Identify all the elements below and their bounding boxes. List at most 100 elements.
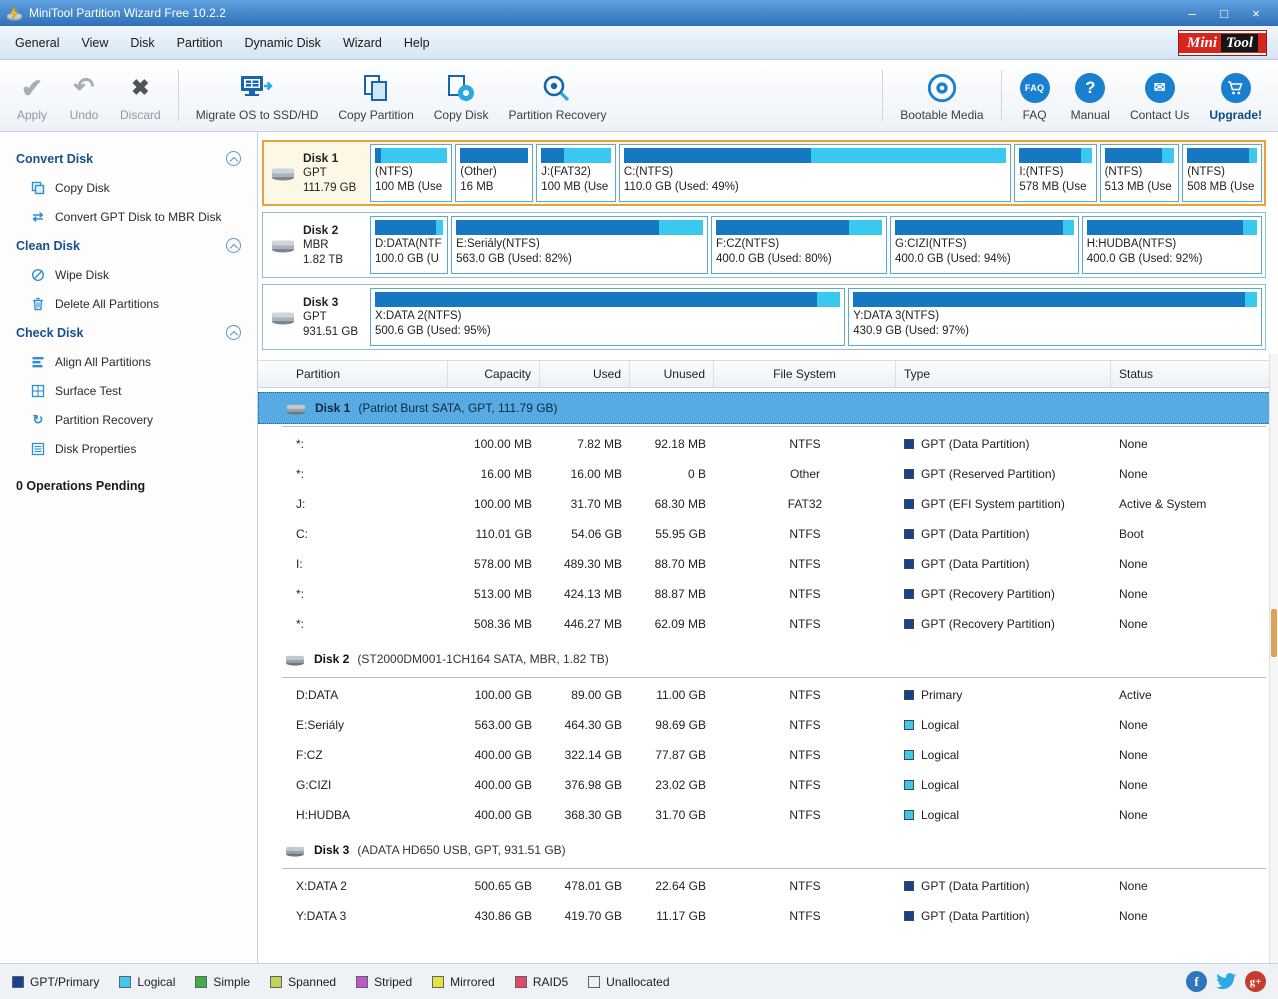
collapse-chevron-icon[interactable] xyxy=(226,238,241,253)
googleplus-icon[interactable]: g+ xyxy=(1245,971,1266,992)
sidebar-item-partition-recovery[interactable]: ↻ Partition Recovery xyxy=(0,405,257,434)
disk-group-row-2[interactable]: Disk 2 (ST2000DM001-1CH164 SATA, MBR, 1.… xyxy=(258,643,1278,675)
menu-general[interactable]: General xyxy=(4,31,70,55)
contact-us-button[interactable]: ✉ Contact Us xyxy=(1120,60,1199,131)
collapse-chevron-icon[interactable] xyxy=(226,325,241,340)
cell-unused: 31.70 GB xyxy=(630,800,714,830)
partition-row[interactable]: *: 100.00 MB 7.82 MB 92.18 MB NTFS GPT (… xyxy=(258,429,1278,459)
disk-map-head-1[interactable]: Disk 1 GPT 111.79 GB xyxy=(266,144,366,202)
copy-partition-button[interactable]: Copy Partition xyxy=(328,60,423,131)
vertical-scrollbar[interactable] xyxy=(1269,354,1278,963)
legend-label: Unallocated xyxy=(606,975,669,989)
copy-disk-button[interactable]: Copy Disk xyxy=(424,60,499,131)
disk-map-row-2[interactable]: Disk 2 MBR 1.82 TB D:DATA(NTF 100.0 GB (… xyxy=(262,212,1266,278)
disk-group-row-3[interactable]: Disk 3 (ADATA HD650 USB, GPT, 931.51 GB) xyxy=(258,834,1278,866)
section-clean-disk[interactable]: Clean Disk xyxy=(0,231,257,260)
migrate-os-icon xyxy=(239,70,275,106)
partition-block[interactable]: (NTFS) 513 MB (Use xyxy=(1100,144,1180,202)
disk-map-head-2[interactable]: Disk 2 MBR 1.82 TB xyxy=(266,216,366,274)
close-button[interactable]: × xyxy=(1248,6,1264,21)
partition-block[interactable]: D:DATA(NTF 100.0 GB (U xyxy=(370,216,448,274)
partition-row[interactable]: X:DATA 2 500.65 GB 478.01 GB 22.64 GB NT… xyxy=(258,871,1278,901)
partition-row[interactable]: D:DATA 100.00 GB 89.00 GB 11.00 GB NTFS … xyxy=(258,680,1278,710)
partition-block[interactable]: X:DATA 2(NTFS) 500.6 GB (Used: 95%) xyxy=(370,288,845,346)
facebook-icon[interactable]: f xyxy=(1186,971,1207,992)
discard-button[interactable]: ✖ Discard xyxy=(110,60,171,131)
sidebar-item-convert-gpt-to-mbr[interactable]: ⇄ Convert GPT Disk to MBR Disk xyxy=(0,202,257,231)
collapse-chevron-icon[interactable] xyxy=(226,151,241,166)
partition-row[interactable]: *: 508.36 MB 446.27 MB 62.09 MB NTFS GPT… xyxy=(258,609,1278,639)
column-header-partition[interactable]: Partition xyxy=(258,361,448,387)
disk-map-row-1[interactable]: Disk 1 GPT 111.79 GB (NTFS) 100 MB (Use … xyxy=(262,140,1266,206)
cell-status: None xyxy=(1111,800,1278,830)
partition-block[interactable]: J:(FAT32) 100 MB (Use xyxy=(536,144,616,202)
menu-wizard[interactable]: Wizard xyxy=(332,31,393,55)
column-header-unused[interactable]: Unused xyxy=(630,361,714,387)
partition-row[interactable]: C: 110.01 GB 54.06 GB 55.95 GB NTFS GPT … xyxy=(258,519,1278,549)
partition-type-icon xyxy=(904,589,914,599)
legend-color-swatch xyxy=(195,976,207,988)
column-header-type[interactable]: Type xyxy=(896,361,1111,387)
column-header-used[interactable]: Used xyxy=(540,361,630,387)
partition-block[interactable]: C:(NTFS) 110.0 GB (Used: 49%) xyxy=(619,144,1011,202)
upgrade-button[interactable]: Upgrade! xyxy=(1199,60,1272,131)
partition-block[interactable]: F:CZ(NTFS) 400.0 GB (Used: 80%) xyxy=(711,216,887,274)
undo-button[interactable]: ↶ Undo xyxy=(58,60,110,131)
column-header-status[interactable]: Status xyxy=(1111,361,1278,387)
faq-label: FAQ xyxy=(1023,108,1047,122)
menu-help[interactable]: Help xyxy=(393,31,441,55)
partition-row[interactable]: F:CZ 400.00 GB 322.14 GB 77.87 GB NTFS L… xyxy=(258,740,1278,770)
partition-block[interactable]: Y:DATA 3(NTFS) 430.9 GB (Used: 97%) xyxy=(848,288,1262,346)
cell-partition: H:HUDBA xyxy=(258,800,448,830)
section-convert-disk[interactable]: Convert Disk xyxy=(0,144,257,173)
partition-recovery-button[interactable]: Partition Recovery xyxy=(498,60,616,131)
menu-dynamic-disk[interactable]: Dynamic Disk xyxy=(234,31,332,55)
section-check-disk[interactable]: Check Disk xyxy=(0,318,257,347)
partition-block[interactable]: (NTFS) 100 MB (Use xyxy=(370,144,452,202)
partition-block[interactable]: (Other) 16 MB xyxy=(455,144,533,202)
maximize-button[interactable]: □ xyxy=(1216,6,1232,21)
partition-row[interactable]: J: 100.00 MB 31.70 MB 68.30 MB FAT32 GPT… xyxy=(258,489,1278,519)
column-header-file-system[interactable]: File System xyxy=(714,361,896,387)
disk-group-row-1[interactable]: Disk 1 (Patriot Burst SATA, GPT, 111.79 … xyxy=(258,392,1278,424)
partition-row[interactable]: G:CIZI 400.00 GB 376.98 GB 23.02 GB NTFS… xyxy=(258,770,1278,800)
menu-partition[interactable]: Partition xyxy=(166,31,234,55)
sidebar-item-align-all-partitions[interactable]: Align All Partitions xyxy=(0,347,257,376)
partition-row[interactable]: E:Seriály 563.00 GB 464.30 GB 98.69 GB N… xyxy=(258,710,1278,740)
sidebar-item-disk-properties[interactable]: Disk Properties xyxy=(0,434,257,463)
partition-block[interactable]: G:CIZI(NTFS) 400.0 GB (Used: 94%) xyxy=(890,216,1079,274)
scrollbar-thumb[interactable] xyxy=(1271,609,1277,657)
menu-disk[interactable]: Disk xyxy=(119,31,165,55)
disk-map-head-3[interactable]: Disk 3 GPT 931.51 GB xyxy=(266,288,366,346)
bootable-media-button[interactable]: Bootable Media xyxy=(890,60,993,131)
sidebar-item-surface-test[interactable]: Surface Test xyxy=(0,376,257,405)
wipe-disk-icon xyxy=(30,267,46,282)
sidebar-item-copy-disk[interactable]: Copy Disk xyxy=(0,173,257,202)
sidebar-item-delete-all-partitions[interactable]: Delete All Partitions xyxy=(0,289,257,318)
apply-button[interactable]: ✔ Apply xyxy=(6,60,58,131)
manual-button[interactable]: ? Manual xyxy=(1061,60,1120,131)
partition-row[interactable]: H:HUDBA 400.00 GB 368.30 GB 31.70 GB NTF… xyxy=(258,800,1278,830)
type-label: Logical xyxy=(921,800,959,830)
twitter-icon[interactable] xyxy=(1216,973,1236,990)
minimize-button[interactable]: – xyxy=(1184,6,1200,21)
partition-block[interactable]: E:Seriály(NTFS) 563.0 GB (Used: 82%) xyxy=(451,216,708,274)
partition-block[interactable]: I:(NTFS) 578 MB (Use xyxy=(1014,144,1096,202)
section-title: Convert Disk xyxy=(16,152,93,166)
disk-map-row-3[interactable]: Disk 3 GPT 931.51 GB X:DATA 2(NTFS) 500.… xyxy=(262,284,1266,350)
partition-size-label: 400.0 GB (Used: 94%) xyxy=(895,252,1074,267)
partition-label: (NTFS) xyxy=(1187,165,1257,180)
migrate-os-button[interactable]: Migrate OS to SSD/HD xyxy=(186,60,329,131)
faq-button[interactable]: FAQ FAQ xyxy=(1009,60,1061,131)
partition-row[interactable]: *: 16.00 MB 16.00 MB 0 B Other GPT (Rese… xyxy=(258,459,1278,489)
partition-row[interactable]: *: 513.00 MB 424.13 MB 88.87 MB NTFS GPT… xyxy=(258,579,1278,609)
properties-list-icon xyxy=(30,441,46,456)
column-header-capacity[interactable]: Capacity xyxy=(448,361,540,387)
sidebar-item-wipe-disk[interactable]: Wipe Disk xyxy=(0,260,257,289)
partition-row[interactable]: I: 578.00 MB 489.30 MB 88.70 MB NTFS GPT… xyxy=(258,549,1278,579)
cell-capacity: 100.00 MB xyxy=(448,429,540,459)
menu-view[interactable]: View xyxy=(70,31,119,55)
partition-block[interactable]: (NTFS) 508 MB (Use xyxy=(1182,144,1262,202)
partition-row[interactable]: Y:DATA 3 430.86 GB 419.70 GB 11.17 GB NT… xyxy=(258,901,1278,931)
partition-block[interactable]: H:HUDBA(NTFS) 400.0 GB (Used: 92%) xyxy=(1082,216,1262,274)
